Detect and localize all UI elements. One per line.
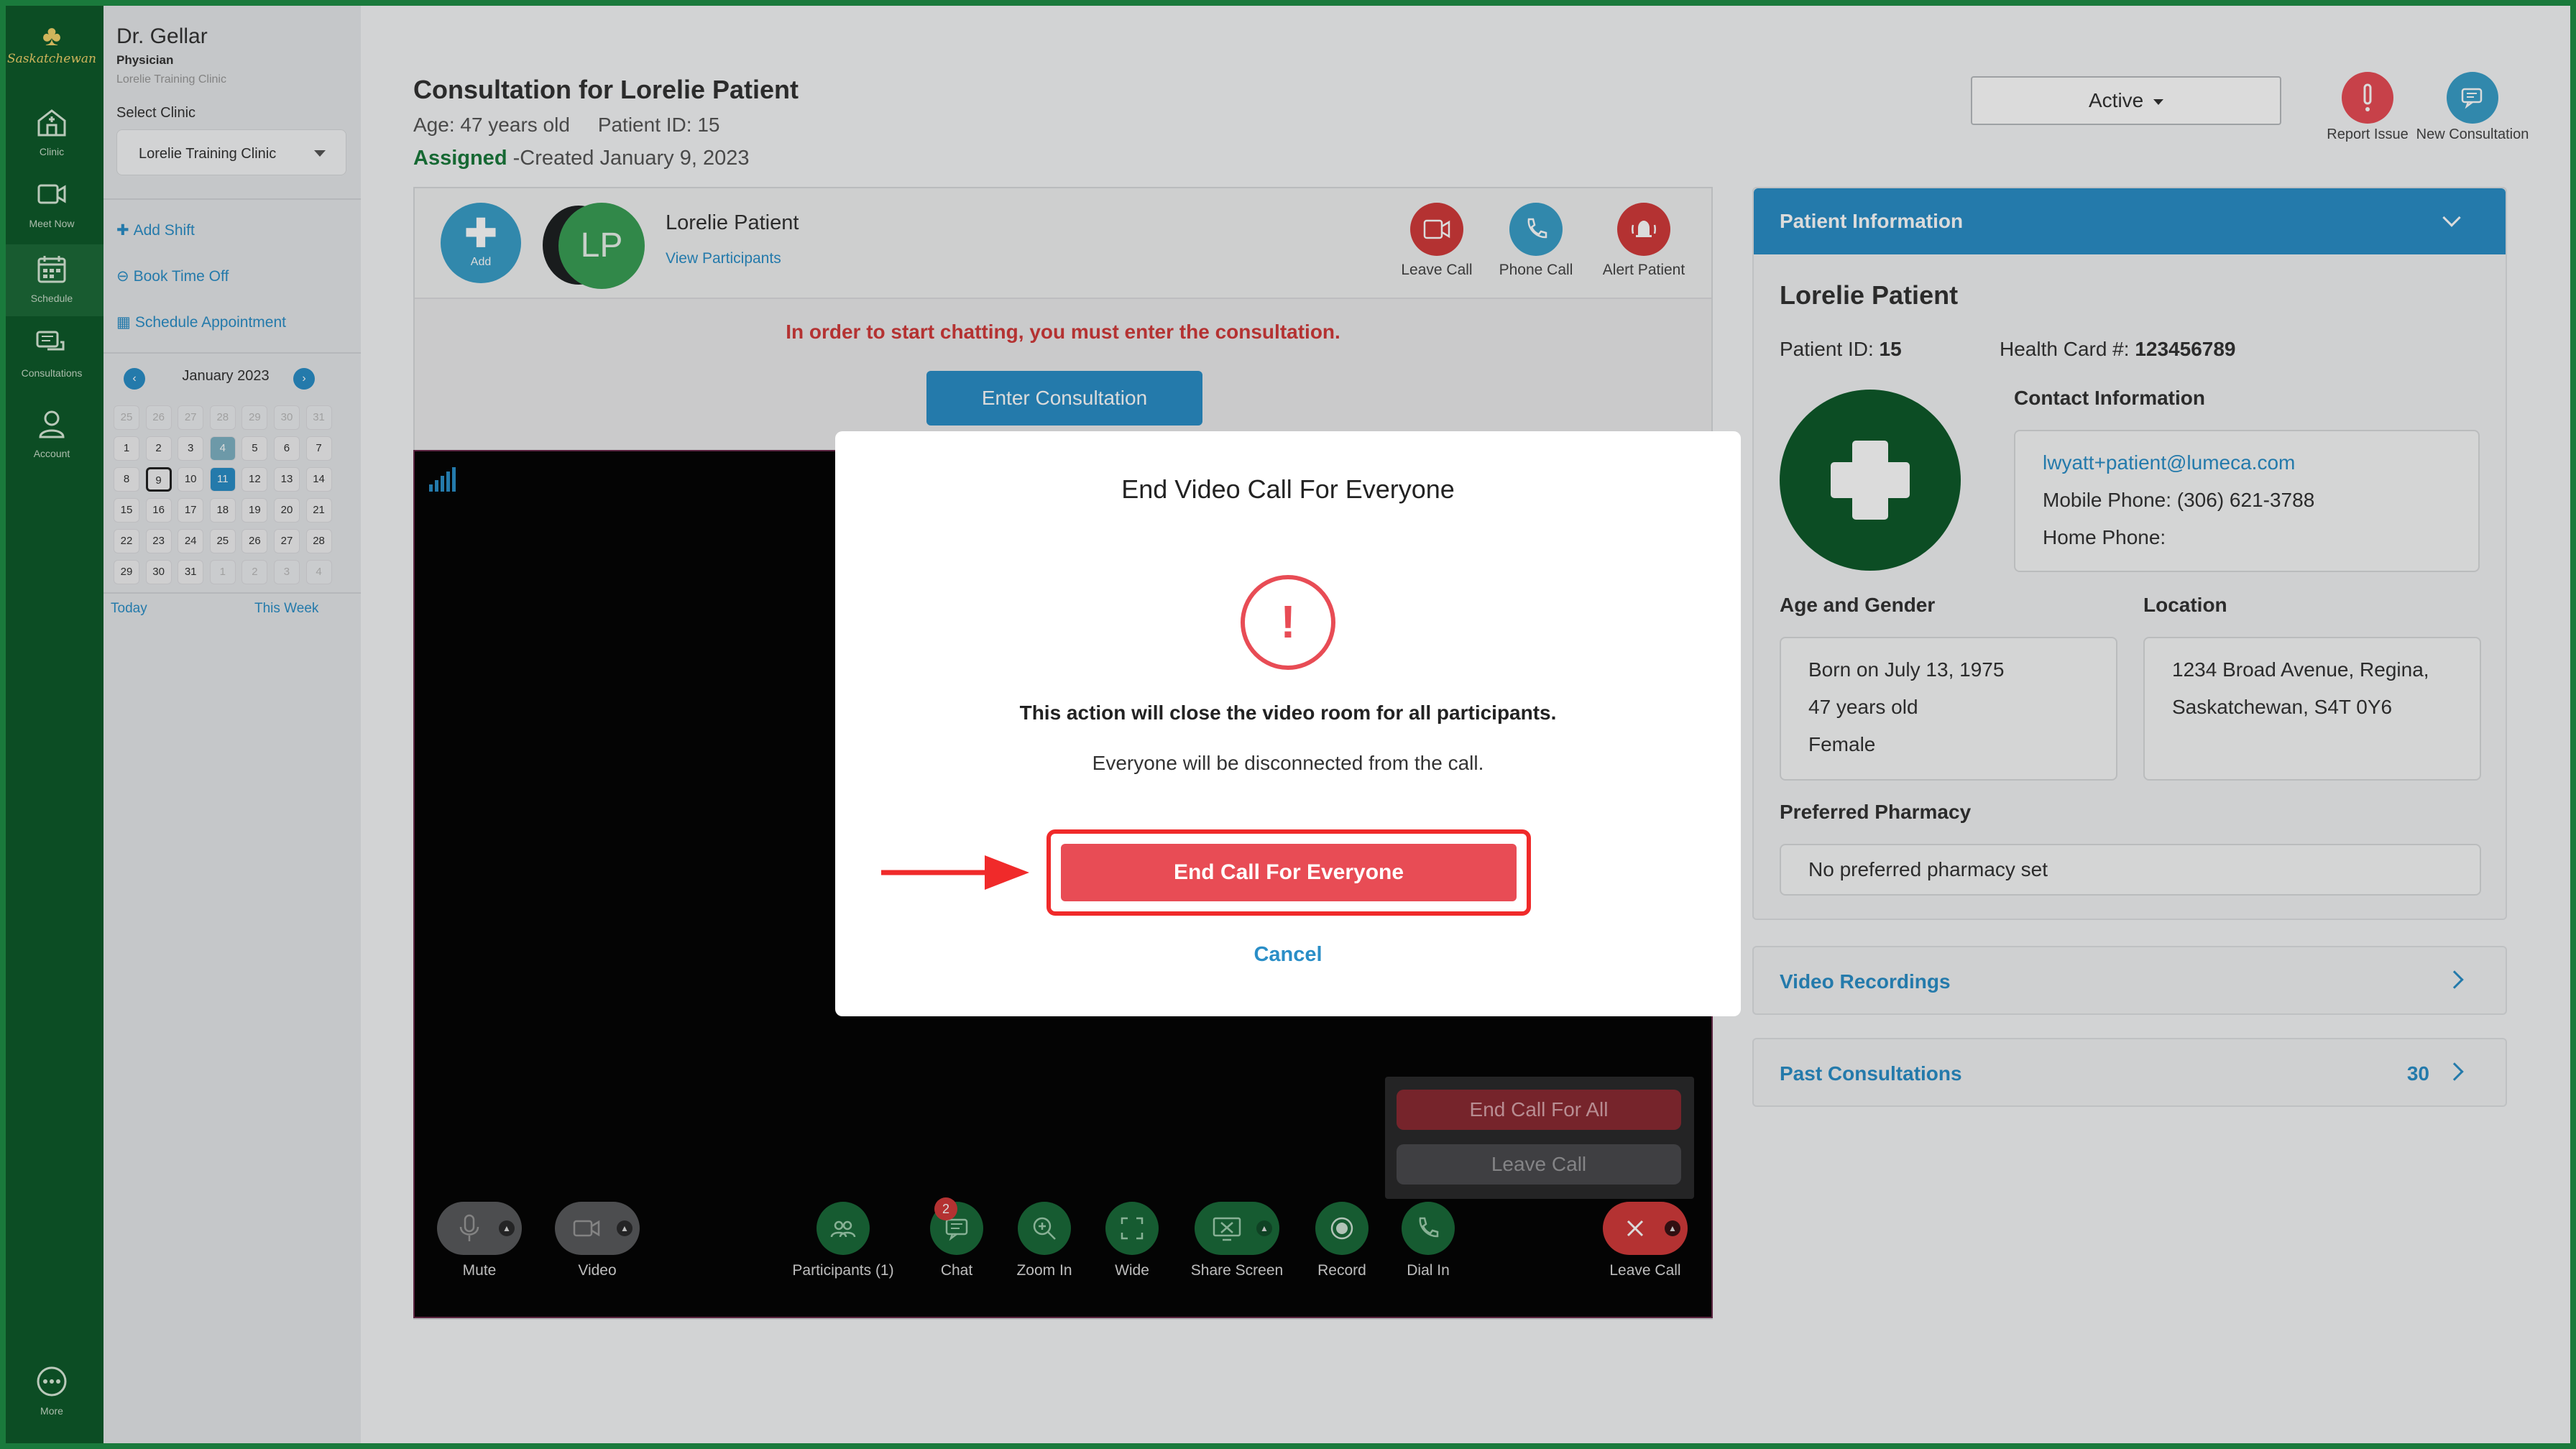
modal-message: This action will close the video room fo… [1019,702,1557,724]
end-call-for-everyone-button[interactable]: End Call For Everyone [1061,844,1517,901]
end-call-modal: End Video Call For Everyone ! This actio… [835,431,1741,1016]
modal-submessage: Everyone will be disconnected from the c… [1092,752,1484,774]
arrow-pointer-icon [881,855,1029,890]
exclamation-circle-icon: ! [1241,575,1335,670]
modal-title: End Video Call For Everyone [1121,474,1455,504]
cancel-button[interactable]: Cancel [835,943,1741,967]
